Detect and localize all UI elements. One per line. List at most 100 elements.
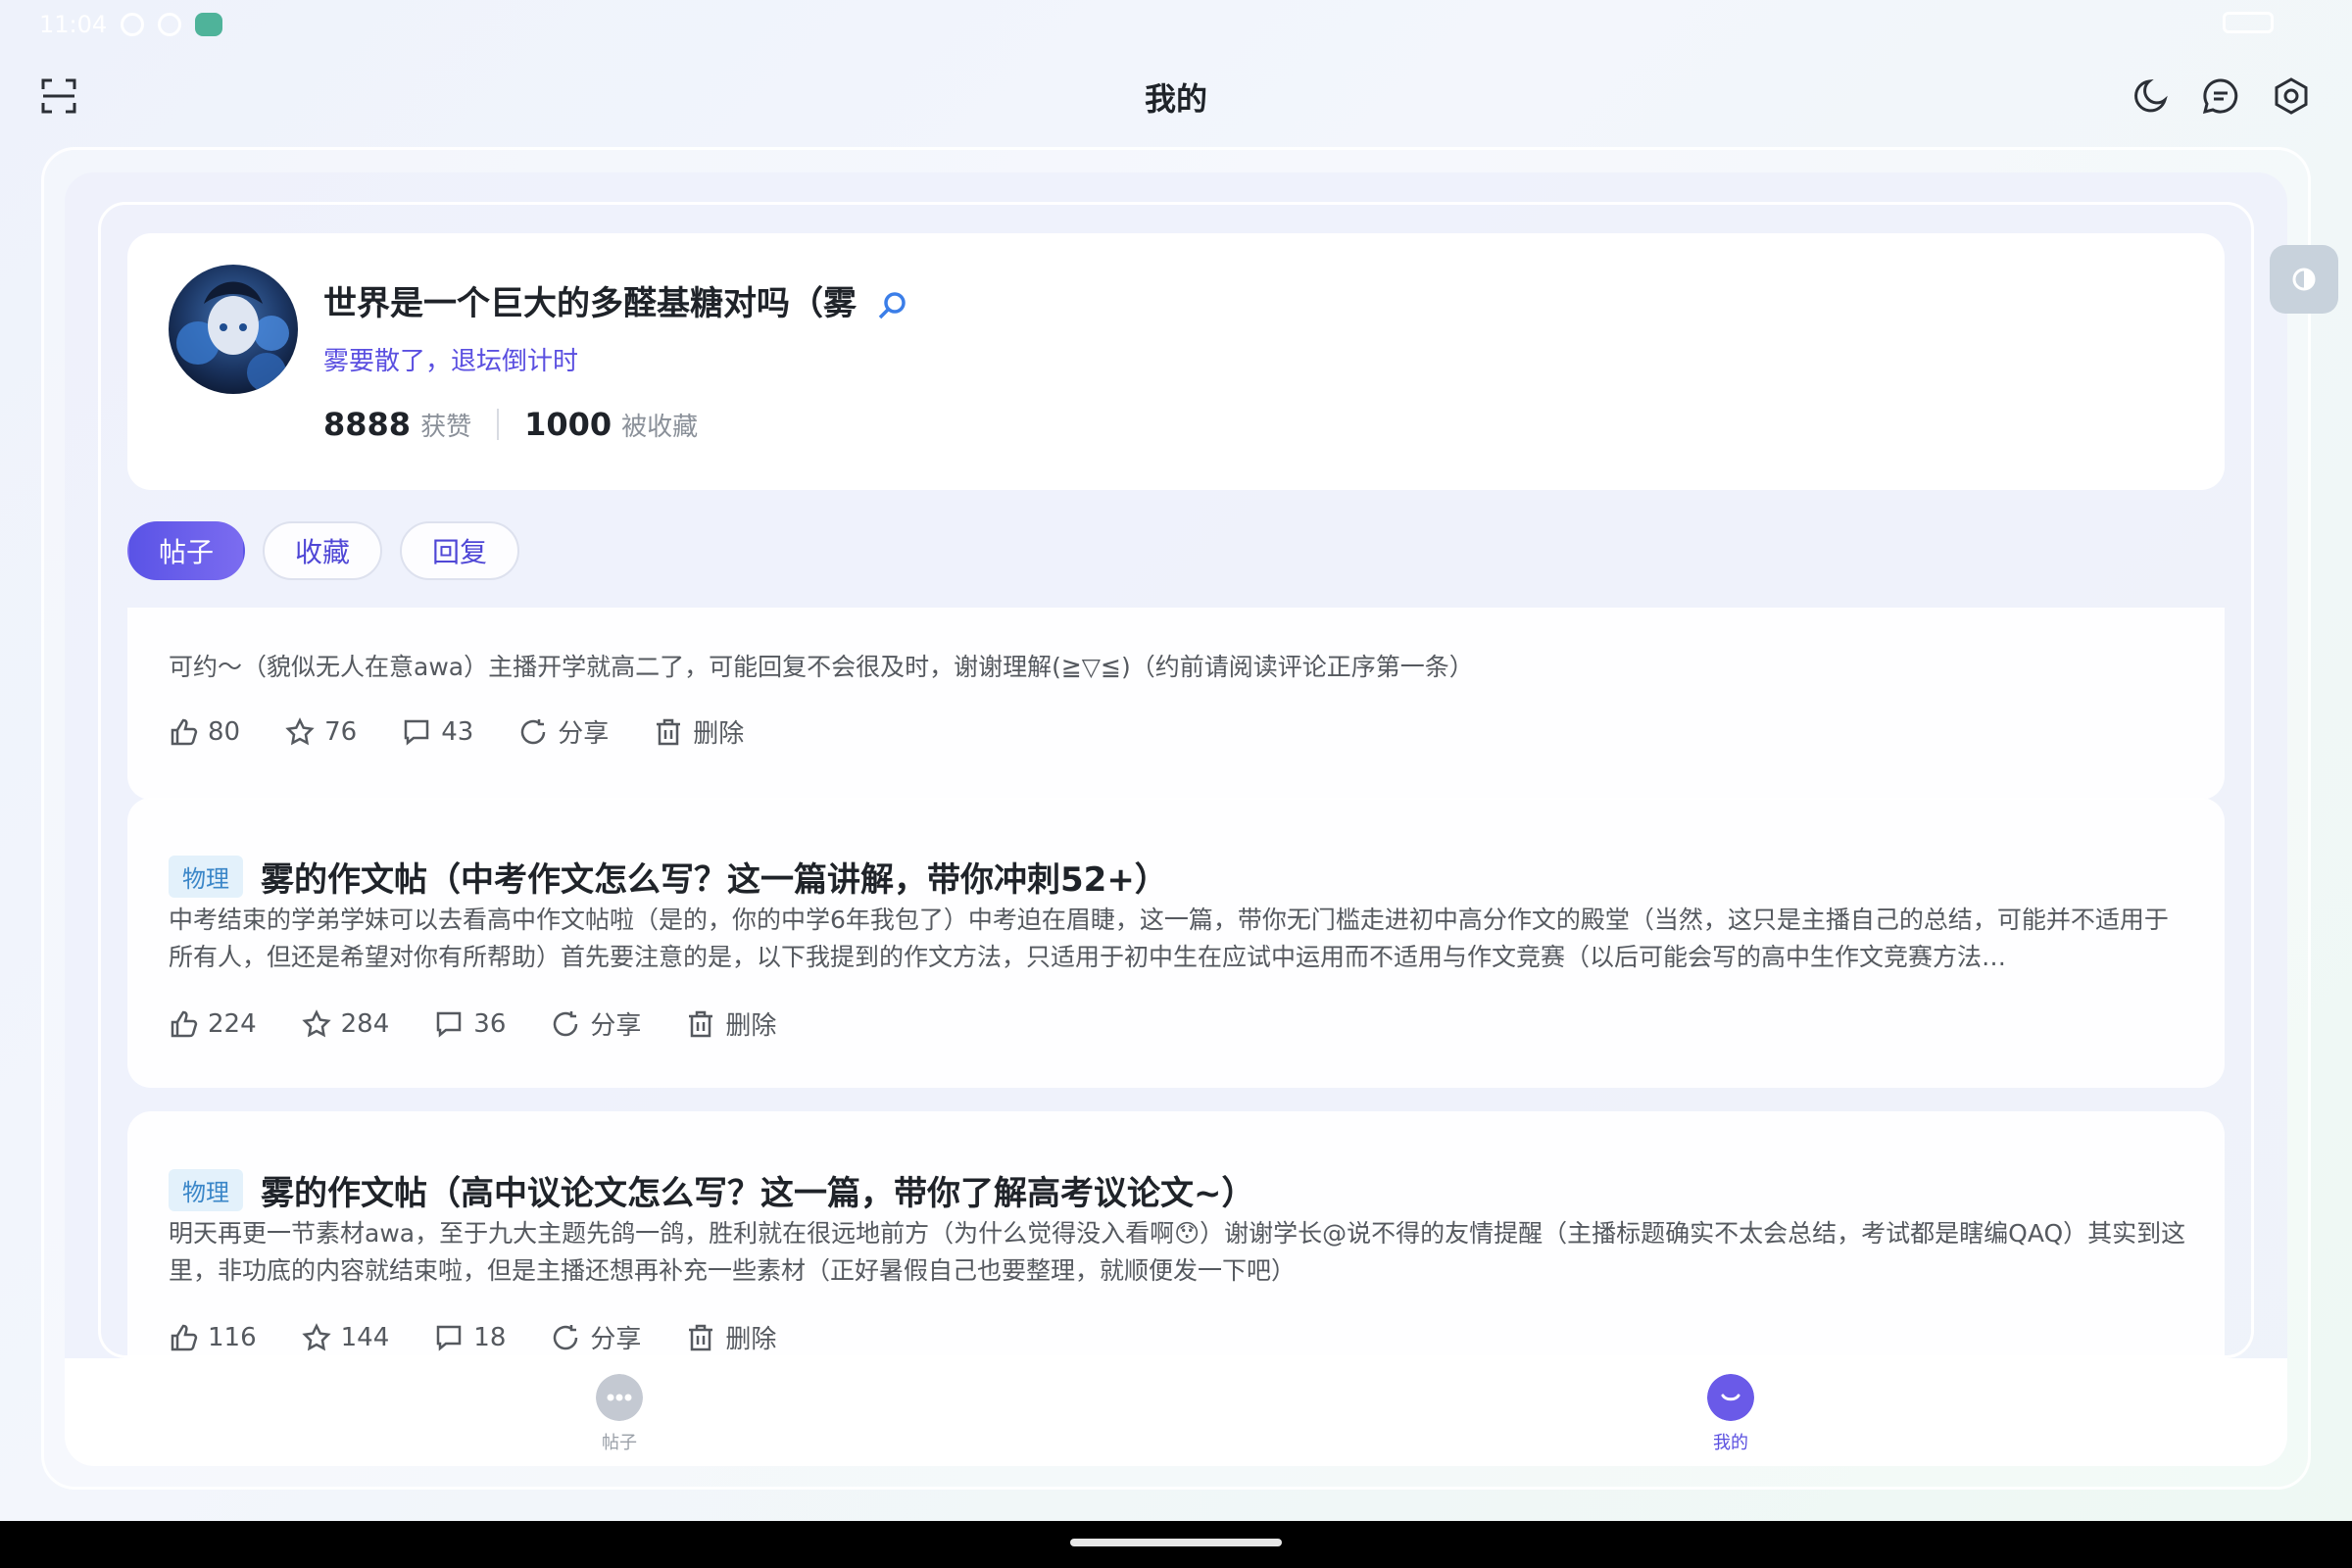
- share-icon: [554, 1010, 578, 1036]
- nickname: 世界是一个巨大的多醛基糖对吗（雾: [323, 276, 907, 324]
- moon-icon: [2134, 78, 2168, 113]
- share-label: 分享: [590, 1011, 642, 1041]
- star-button[interactable]: 284: [301, 1008, 390, 1039]
- post-body: 中考结束的学弟学妹可以去看高中作文帖啦（是的，你的中学6年我包了）中考迫在眉睫，…: [169, 906, 2169, 971]
- theme-toggle-button[interactable]: [2270, 245, 2338, 314]
- post-card[interactable]: 物理 雾的作文帖（高中议论文怎么写？这一篇，带你了解高考议论文~） 明天再更一节…: [127, 1111, 2225, 1358]
- tab-replies[interactable]: 回复: [400, 521, 519, 580]
- messages-button[interactable]: [2199, 74, 2242, 118]
- trash-icon: [689, 1010, 713, 1037]
- comment-icon: [404, 719, 429, 746]
- post-list[interactable]: 可约～（貌似无人在意awa）主播开学就高二了，可能回复不会很及时，谢谢理解(≧▽…: [127, 608, 2225, 1358]
- delete-label: 删除: [725, 1325, 777, 1354]
- star-count: 144: [340, 1322, 390, 1352]
- comment-count: 36: [473, 1008, 507, 1039]
- comment-icon: [437, 1011, 462, 1038]
- nav-posts[interactable]: 帖子: [561, 1374, 678, 1454]
- tab-bar: 帖子 收藏 回复: [127, 521, 519, 580]
- comment-count: 43: [441, 716, 474, 747]
- search-icon[interactable]: [876, 290, 907, 321]
- profile-card: 世界是一个巨大的多醛基糖对吗（雾 雾要散了，退坛倒计时 8888 获赞 1000…: [127, 233, 2225, 490]
- home-indicator[interactable]: [1070, 1539, 1282, 1546]
- thumb-up-icon: [171, 1010, 198, 1037]
- profile-stats: 8888 获赞 1000 被收藏: [323, 406, 698, 443]
- smile-icon: [1707, 1374, 1754, 1421]
- battery-icon: [2223, 12, 2274, 33]
- delete-button[interactable]: 删除: [686, 1319, 776, 1355]
- post-head: 物理 雾的作文帖（中考作文怎么写？这一篇讲解，带你冲刺52+）: [169, 853, 1168, 901]
- status-bar-right: [2223, 12, 2274, 33]
- delete-button[interactable]: 删除: [654, 713, 744, 750]
- like-button[interactable]: 80: [169, 717, 240, 747]
- status-time: 11:04: [39, 11, 108, 38]
- star-count: 76: [324, 716, 358, 747]
- app-notification-icon: [195, 13, 223, 36]
- share-icon: [521, 718, 546, 744]
- post-actions: 80 76 43 分享 删除: [169, 713, 789, 750]
- post-card[interactable]: 可约～（貌似无人在意awa）主播开学就高二了，可能回复不会很及时，谢谢理解(≧▽…: [127, 608, 2225, 800]
- star-button[interactable]: 144: [301, 1322, 390, 1352]
- thumb-up-icon: [171, 718, 198, 745]
- likes-count: 8888: [323, 406, 412, 443]
- share-label: 分享: [558, 719, 610, 749]
- nav-mine[interactable]: 我的: [1672, 1374, 1789, 1454]
- post-body: 可约～（貌似无人在意awa）主播开学就高二了，可能回复不会很及时，谢谢理解(≧▽…: [169, 653, 1474, 681]
- post-actions: 116 144 18 分享 删除: [169, 1319, 821, 1355]
- collected-label: 被收藏: [621, 412, 699, 442]
- tab-collections[interactable]: 收藏: [263, 521, 382, 580]
- comment-button[interactable]: 43: [402, 717, 473, 747]
- post-card[interactable]: 物理 雾的作文帖（中考作文怎么写？这一篇讲解，带你冲刺52+） 中考结束的学弟学…: [127, 798, 2225, 1088]
- delete-button[interactable]: 删除: [686, 1005, 776, 1042]
- comment-count: 18: [473, 1322, 507, 1352]
- stat-divider: [497, 409, 500, 440]
- collected-count: 1000: [524, 406, 612, 443]
- timer-icon: [158, 13, 182, 36]
- dark-mode-button[interactable]: [2129, 74, 2172, 118]
- nav-posts-label: 帖子: [602, 1433, 637, 1453]
- star-count: 284: [340, 1008, 390, 1039]
- page-title: 我的: [1144, 80, 1207, 118]
- delete-label: 删除: [725, 1011, 777, 1041]
- post-tag: 物理: [169, 856, 243, 898]
- avatar-image: [169, 265, 298, 394]
- star-button[interactable]: 76: [285, 717, 357, 747]
- thumb-up-icon: [171, 1324, 198, 1350]
- post-tag: 物理: [169, 1169, 243, 1211]
- tab-posts[interactable]: 帖子: [127, 521, 245, 580]
- comment-button[interactable]: 36: [434, 1009, 506, 1039]
- alarm-icon: [121, 13, 145, 36]
- like-count: 224: [208, 1008, 257, 1039]
- post-head: 物理 雾的作文帖（高中议论文怎么写？这一篇，带你了解高考议论文~）: [169, 1166, 1255, 1214]
- nav-mine-label: 我的: [1713, 1433, 1748, 1453]
- post-title: 雾的作文帖（高中议论文怎么写？这一篇，带你了解高考议论文~）: [261, 1174, 1255, 1213]
- avatar[interactable]: [169, 265, 298, 394]
- share-button[interactable]: 分享: [518, 713, 609, 750]
- comment-icon: [437, 1325, 462, 1351]
- star-icon: [301, 1008, 331, 1037]
- like-button[interactable]: 224: [169, 1009, 257, 1039]
- post-title: 雾的作文帖（中考作文怎么写？这一篇讲解，带你冲刺52+）: [261, 860, 1168, 900]
- share-label: 分享: [590, 1325, 642, 1354]
- share-button[interactable]: 分享: [551, 1319, 641, 1355]
- like-button[interactable]: 116: [169, 1323, 257, 1352]
- share-icon: [554, 1324, 578, 1349]
- system-nav-bar: [0, 1521, 2352, 1568]
- settings-button[interactable]: [2270, 74, 2313, 118]
- gear-icon: [2275, 77, 2308, 115]
- nickname-text: 世界是一个巨大的多醛基糖对吗（雾: [323, 284, 857, 323]
- header: 我的: [0, 61, 2352, 131]
- trash-icon: [657, 718, 681, 745]
- comment-button[interactable]: 18: [434, 1323, 506, 1352]
- trash-icon: [689, 1324, 713, 1350]
- star-icon: [285, 716, 315, 745]
- bio: 雾要散了，退坛倒计时: [323, 347, 579, 376]
- contrast-icon: [2292, 268, 2316, 291]
- share-button[interactable]: 分享: [551, 1005, 641, 1042]
- like-count: 116: [208, 1322, 257, 1352]
- delete-label: 删除: [693, 719, 745, 749]
- post-actions: 224 284 36 分享 删除: [169, 1005, 821, 1042]
- message-icon: [2202, 78, 2238, 115]
- post-body: 明天再更一节素材awa，至于九大主题先鸽一鸽，胜利就在很远地前方（为什么觉得没入…: [169, 1219, 2186, 1285]
- bottom-nav: 帖子 我的: [65, 1358, 2287, 1466]
- star-icon: [301, 1322, 331, 1350]
